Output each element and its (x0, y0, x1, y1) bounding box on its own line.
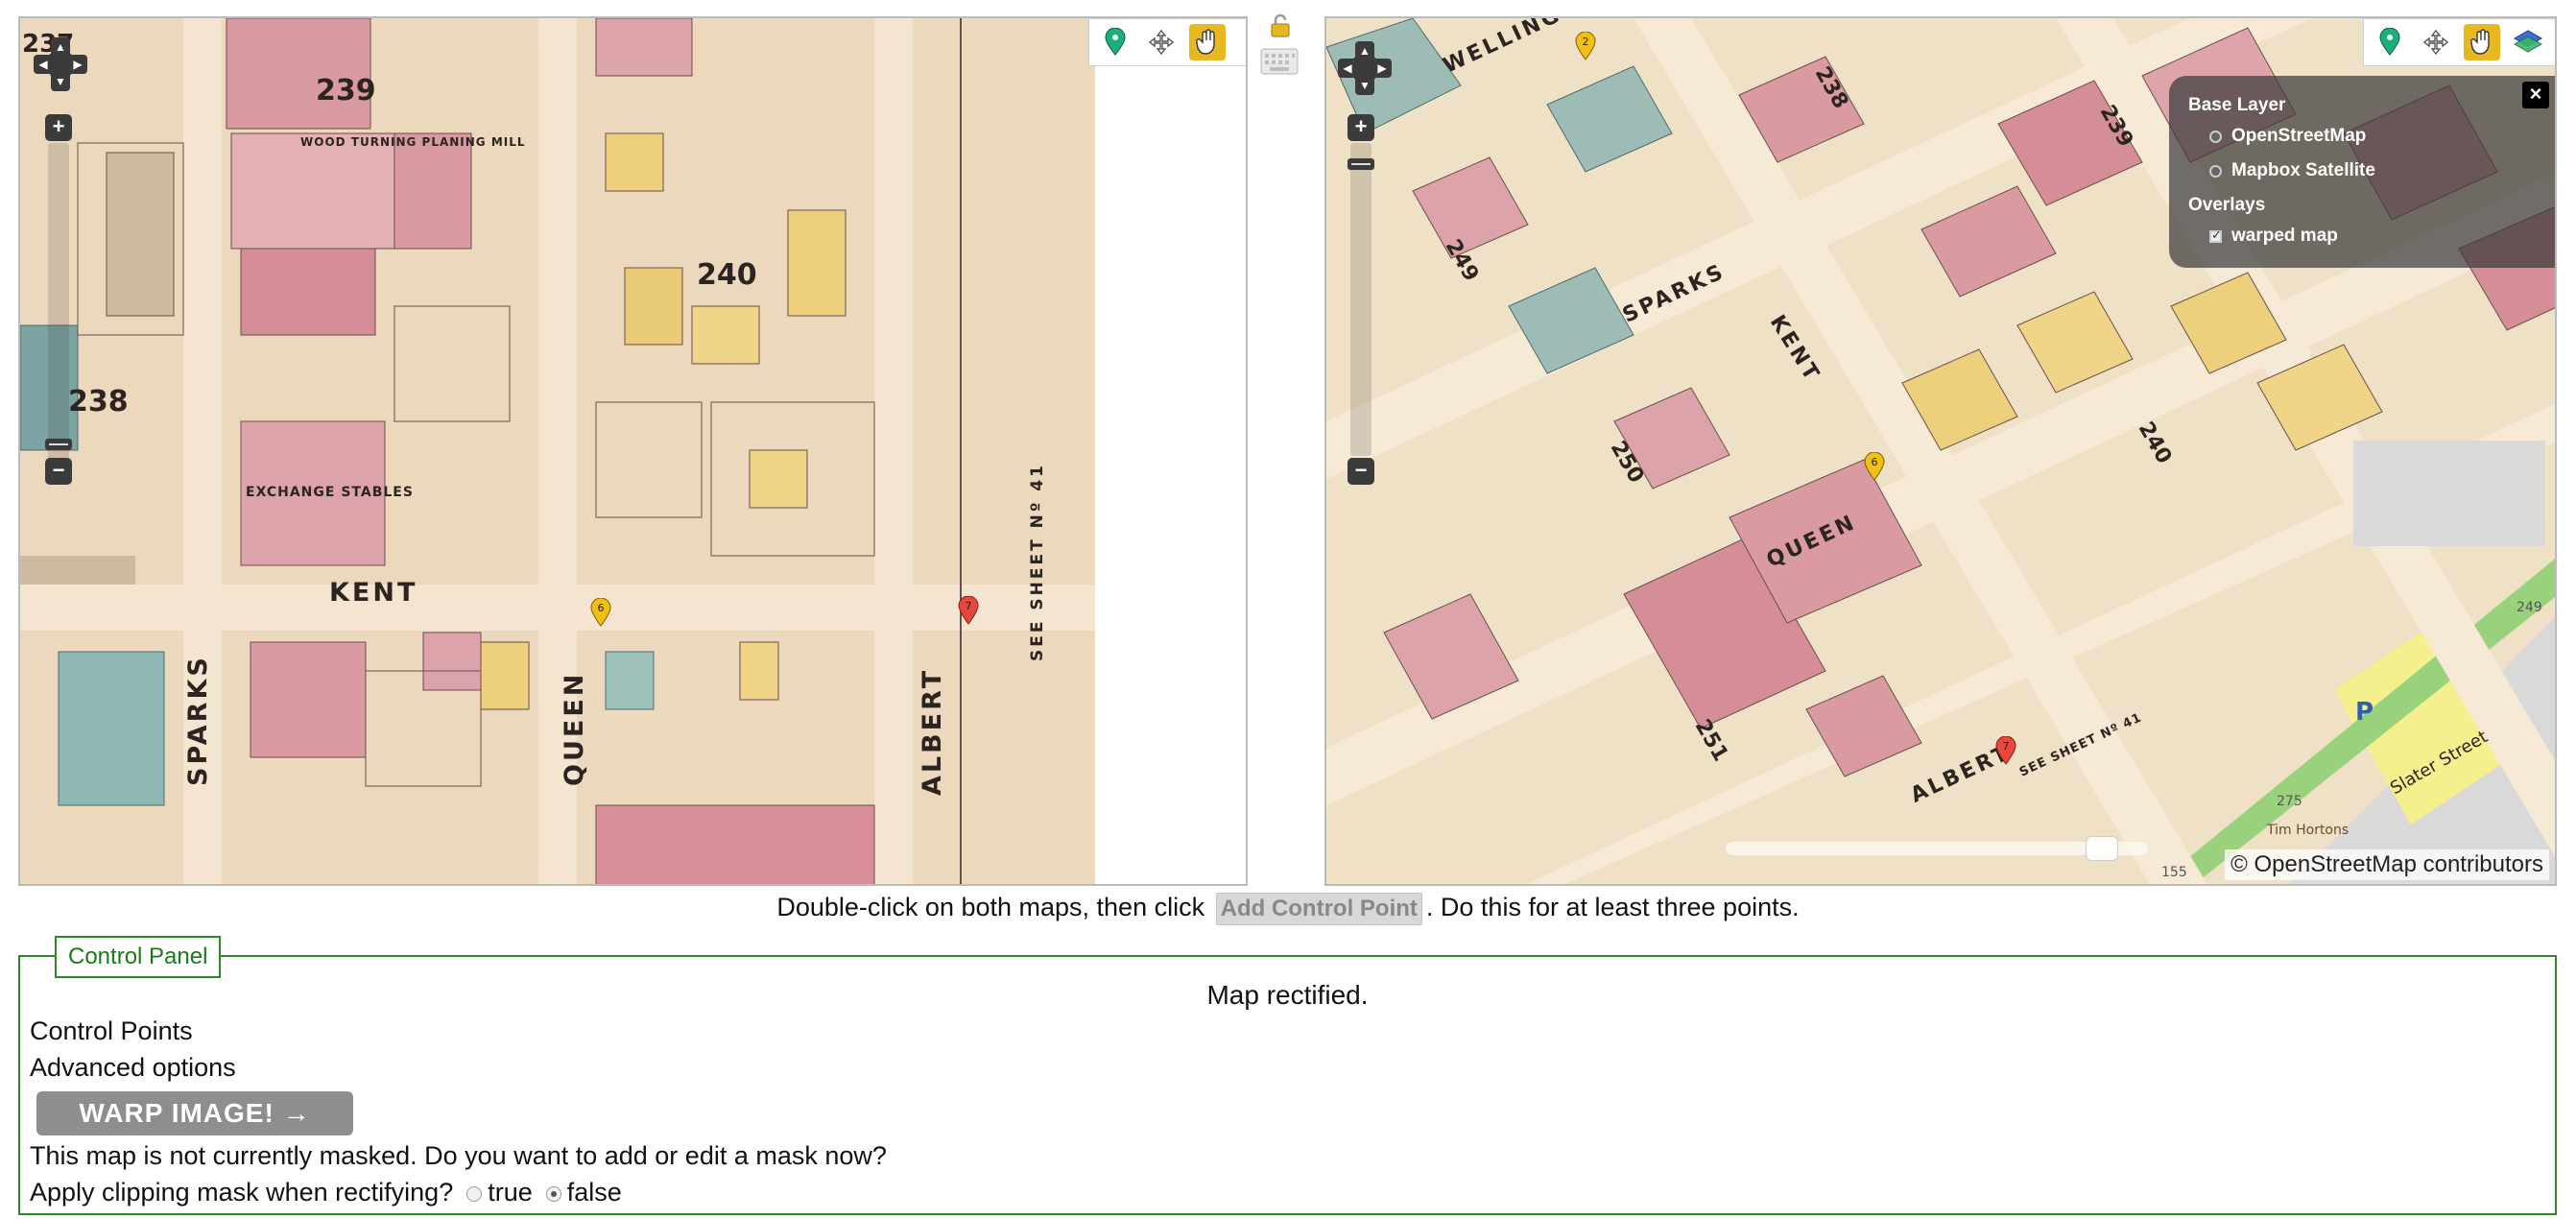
lock-icon[interactable] (1269, 13, 1292, 43)
radio-icon[interactable] (2209, 164, 2222, 178)
pan-control[interactable]: ▲ ◀ ▶ ▼ (1338, 41, 1392, 95)
control-point-marker-2[interactable]: 2 (1575, 32, 1596, 60)
pan-right-icon[interactable]: ▶ (1372, 59, 1392, 78)
map-marker-icon: 7 (1995, 736, 2016, 765)
zoom-track[interactable] (48, 143, 69, 466)
target-map[interactable]: WELLINGTON SPARKS KENT QUEEN ALBERT Slat… (1324, 16, 2557, 886)
mask-prompt[interactable]: This map is not currently masked. Do you… (30, 1141, 887, 1171)
radio-icon[interactable] (2209, 130, 2222, 143)
map-marker-icon: 6 (590, 598, 611, 627)
advanced-options-link[interactable]: Advanced options (30, 1053, 236, 1083)
edit-toolbar (1088, 18, 1246, 66)
map-marker-icon: 7 (958, 596, 979, 625)
clip-false-label[interactable]: false (567, 1178, 622, 1207)
source-image-map[interactable]: KENT SPARKS QUEEN ALBERT SEE SHEET Nº 41… (18, 16, 1248, 886)
map-marker-icon: 2 (1575, 32, 1596, 60)
keyboard-icon[interactable] (1260, 48, 1299, 80)
control-point-marker-6[interactable]: 6 (590, 598, 611, 627)
svg-text:6: 6 (1872, 456, 1878, 468)
pan-right-icon[interactable]: ▶ (68, 55, 87, 74)
checkbox-icon[interactable] (2209, 227, 2222, 243)
edit-toolbar (2363, 18, 2555, 66)
move-icon[interactable] (2418, 24, 2454, 60)
base-layer-option-osm[interactable]: OpenStreetMap (2209, 126, 2536, 147)
control-point-marker-6[interactable]: 6 (1864, 452, 1885, 481)
close-icon[interactable]: × (2522, 82, 2549, 108)
zoom-track[interactable] (1350, 143, 1371, 456)
sanborn-map-image (20, 18, 1095, 884)
zoom-out-button[interactable]: − (1348, 458, 1374, 485)
base-layer-title: Base Layer (2188, 95, 2286, 115)
control-point-marker-7[interactable]: 7 (958, 596, 979, 625)
move-icon[interactable] (1143, 24, 1180, 60)
zoom-in-button[interactable]: + (1348, 114, 1374, 141)
add-control-point-button[interactable]: Add Control Point (1215, 893, 1422, 925)
add-point-icon[interactable] (2372, 24, 2408, 60)
clip-mask-question: Apply clipping mask when rectifying? (30, 1178, 454, 1207)
overlays-title: Overlays (2188, 195, 2266, 215)
svg-text:7: 7 (966, 600, 972, 612)
control-panel: Control Panel Map rectified. Control Poi… (18, 936, 2557, 1215)
layers-icon[interactable] (2510, 24, 2546, 60)
control-panel-legend: Control Panel (55, 936, 222, 978)
clip-true-radio[interactable] (466, 1185, 483, 1202)
overlay-option-warped[interactable]: warped map (2209, 226, 2536, 247)
control-points-link[interactable]: Control Points (30, 1016, 193, 1046)
map-attribution[interactable]: © OpenStreetMap contributors (2225, 849, 2549, 880)
opacity-slider-knob[interactable] (2086, 836, 2118, 861)
clip-mask-row: Apply clipping mask when rectifying? true… (30, 1178, 622, 1207)
clip-false-radio[interactable] (545, 1185, 561, 1202)
map-marker-icon: 6 (1864, 452, 1885, 481)
add-point-icon[interactable] (1097, 24, 1133, 60)
instruction-text: Double-click on both maps, then click Ad… (0, 893, 2576, 925)
control-point-marker-7[interactable]: 7 (1995, 736, 2016, 765)
zoom-slider-thumb[interactable] (1348, 158, 1374, 170)
svg-text:2: 2 (1583, 36, 1589, 48)
opacity-slider[interactable] (1726, 836, 2148, 861)
warp-image-button[interactable]: WARP IMAGE! → (36, 1091, 353, 1135)
pan-down-icon[interactable]: ▼ (51, 72, 70, 91)
zoom-in-button[interactable]: + (45, 114, 72, 141)
svg-text:7: 7 (2003, 740, 2010, 753)
pan-control[interactable]: ▲ ◀ ▶ ▼ (34, 37, 87, 91)
svg-text:6: 6 (598, 602, 605, 614)
layer-switcher: × Base Layer OpenStreetMap Mapbox Satell… (2169, 76, 2555, 268)
zoom-out-button[interactable]: − (45, 458, 72, 485)
clip-true-label[interactable]: true (488, 1178, 533, 1207)
base-layer-option-satellite[interactable]: Mapbox Satellite (2209, 160, 2536, 181)
pan-hand-icon[interactable] (1189, 24, 1226, 60)
pan-hand-icon[interactable] (2464, 24, 2500, 60)
zoom-slider-thumb[interactable] (45, 439, 72, 450)
pan-down-icon[interactable]: ▼ (1355, 76, 1374, 95)
status-message: Map rectified. (1206, 980, 1369, 1010)
